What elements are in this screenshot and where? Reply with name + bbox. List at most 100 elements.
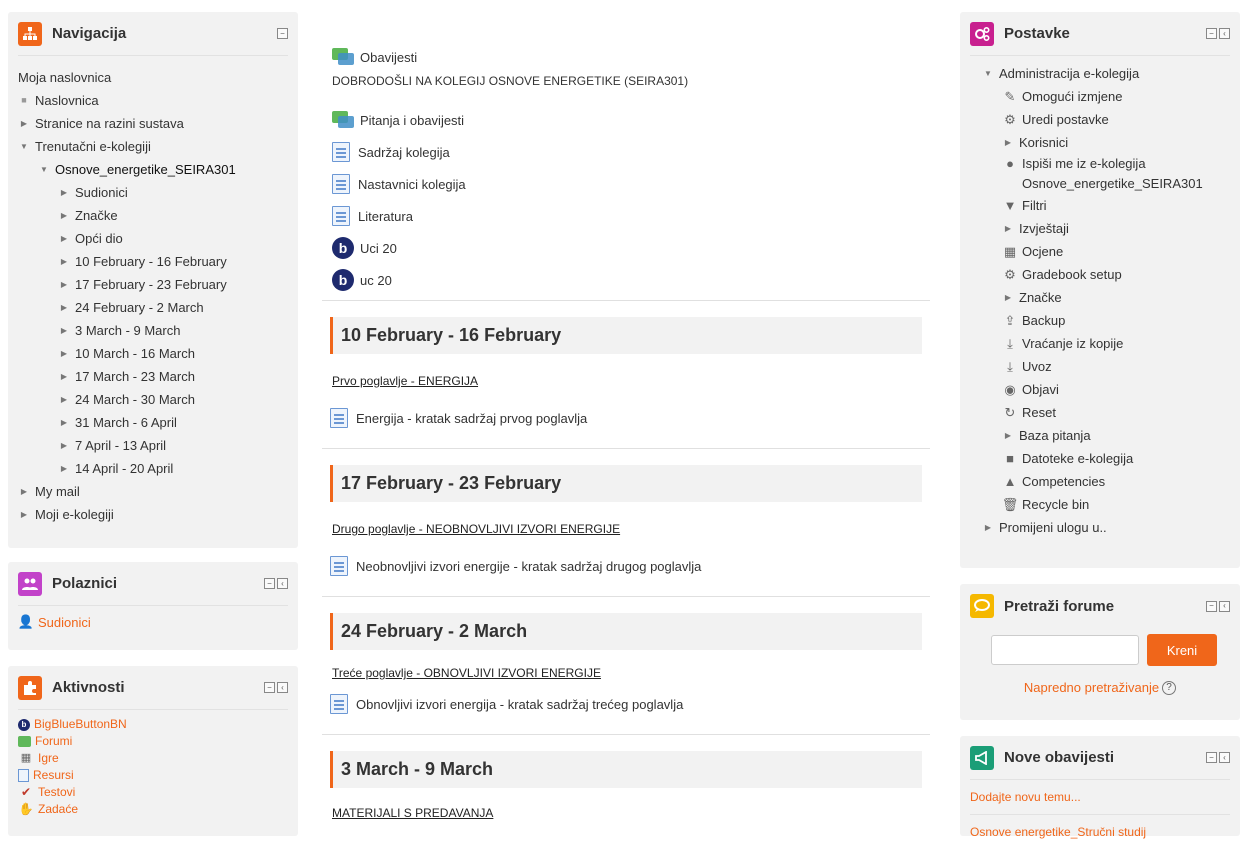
settings-item[interactable]: ⚙ Gradebook setup [982, 263, 1230, 286]
settings-item[interactable]: ▦ Ocjene [982, 240, 1230, 263]
expand-icon[interactable]: ▶ [18, 480, 30, 503]
add-topic-link[interactable]: Dodajte novu temu... [970, 786, 1230, 815]
settings-item[interactable]: ▶ Značke [982, 286, 1230, 309]
dock-icon[interactable]: ‹ [277, 682, 288, 693]
collapse-arrow-icon[interactable]: ▼ [982, 62, 994, 85]
news-forum-link[interactable]: Obavijesti [332, 40, 920, 74]
activity-link[interactable]: Neobnovljivi izvori energije - kratak sa… [330, 550, 922, 582]
dock-icon[interactable]: ‹ [1219, 752, 1230, 763]
news-item-link[interactable]: Osnove energetike_Stručni studij [970, 815, 1230, 843]
settings-item[interactable]: ● Ispiši me iz e-kolegija [982, 154, 1230, 174]
settings-item[interactable]: ▶ Baza pitanja [982, 424, 1230, 447]
help-icon[interactable]: ? [1162, 680, 1177, 695]
activity-link[interactable]: Nastavnici kolegija [332, 168, 920, 200]
expand-icon[interactable]: ▶ [58, 457, 70, 480]
nav-item[interactable]: ▶ 3 March - 9 March [18, 319, 288, 342]
activity-link[interactable]: Obnovljivi izvori energija - kratak sadr… [330, 688, 922, 720]
search-button[interactable]: Kreni [1147, 634, 1217, 666]
nav-item[interactable]: ▶ Opći dio [18, 227, 288, 250]
expand-icon[interactable]: ▶ [58, 434, 70, 457]
nav-item[interactable]: ▶ Sudionici [18, 181, 288, 204]
activity-link[interactable]: Literatura [332, 200, 920, 232]
expand-icon[interactable]: ▶ [58, 296, 70, 319]
expand-icon[interactable]: ▶ [58, 319, 70, 342]
collapse-icon[interactable]: − [1206, 752, 1217, 763]
expand-icon[interactable]: ▶ [18, 503, 30, 526]
settings-item[interactable]: ⤓ Uvoz [982, 355, 1230, 378]
expand-icon[interactable]: ▶ [1002, 424, 1014, 447]
nav-item[interactable]: ▶ 24 February - 2 March [18, 296, 288, 319]
settings-item[interactable]: ▼ Filtri [982, 194, 1230, 217]
participants-link[interactable]: Sudionici [38, 615, 91, 630]
nav-item[interactable]: ■ Naslovnica [18, 89, 288, 112]
settings-item[interactable]: ◉ Objavi [982, 378, 1230, 401]
expand-icon[interactable]: ▶ [58, 273, 70, 296]
settings-item[interactable]: ▶ Korisnici [982, 131, 1230, 154]
settings-item[interactable]: ▶ Izvještaji [982, 217, 1230, 240]
expand-icon[interactable]: ▶ [58, 204, 70, 227]
nav-item[interactable]: ▶ Značke [18, 204, 288, 227]
collapse-icon[interactable]: − [1206, 600, 1217, 612]
expand-icon[interactable]: ▶ [58, 411, 70, 434]
nav-item[interactable]: ▼ Trenutačni e-kolegiji [18, 135, 288, 158]
collapse-arrow-icon[interactable]: ▼ [38, 158, 50, 181]
nav-home[interactable]: Moja naslovnica [18, 66, 288, 89]
nav-item[interactable]: ▶ 10 February - 16 February [18, 250, 288, 273]
settings-item[interactable]: ⤓ Vraćanje iz kopije [982, 332, 1230, 355]
dock-icon[interactable]: ‹ [277, 578, 288, 589]
trash-icon: 🗑 [1001, 497, 1019, 512]
settings-item[interactable]: ✎ Omogući izmjene [982, 85, 1230, 108]
nav-item-current-course[interactable]: ▼ Osnove_energetike_SEIRA301 [18, 158, 288, 181]
nav-item[interactable]: ▶ My mail [18, 480, 288, 503]
activity-item[interactable]: Resursi [18, 767, 288, 784]
settings-root[interactable]: ▼ Administracija e-kolegija [982, 62, 1230, 85]
activity-link[interactable]: b Uci 20 [332, 232, 920, 264]
activity-item[interactable]: ✋ Zadaće [18, 801, 288, 818]
settings-item[interactable]: ▲ Competencies [982, 470, 1230, 493]
nav-item[interactable]: ▶ 24 March - 30 March [18, 388, 288, 411]
forum-search-input[interactable] [991, 635, 1139, 665]
activity-item[interactable]: ▦ Igre [18, 750, 288, 767]
nav-item[interactable]: ▶ 17 March - 23 March [18, 365, 288, 388]
activity-link[interactable]: b uc 20 [332, 264, 920, 296]
settings-item[interactable]: ↻ Reset [982, 401, 1230, 424]
settings-item-continuation[interactable]: Osnove_energetike_SEIRA301 [982, 174, 1230, 194]
expand-icon[interactable]: ▶ [58, 181, 70, 204]
collapse-icon[interactable]: − [1206, 28, 1217, 39]
expand-icon[interactable]: ▶ [58, 388, 70, 411]
expand-icon[interactable]: ▶ [1002, 131, 1014, 154]
activity-item[interactable]: Forumi [18, 733, 288, 750]
expand-icon[interactable]: ▶ [18, 112, 30, 135]
collapse-arrow-icon[interactable]: ▼ [18, 135, 30, 158]
activity-item[interactable]: b BigBlueButtonBN [18, 716, 288, 733]
activity-link[interactable]: Sadržaj kolegija [332, 136, 920, 168]
settings-item[interactable]: ⚙ Uredi postavke [982, 108, 1230, 131]
settings-item[interactable]: ■ Datoteke e-kolegija [982, 447, 1230, 470]
dock-icon[interactable]: ‹ [1219, 600, 1230, 612]
collapse-icon[interactable]: − [277, 28, 288, 39]
dock-icon[interactable]: ‹ [1219, 28, 1230, 39]
nav-item[interactable]: ▶ Moji e-kolegiji [18, 503, 288, 526]
nav-item[interactable]: ▶ 31 March - 6 April [18, 411, 288, 434]
nav-item[interactable]: ▶ 17 February - 23 February [18, 273, 288, 296]
expand-icon[interactable]: ▶ [58, 250, 70, 273]
nav-item[interactable]: ▶ Stranice na razini sustava [18, 112, 288, 135]
expand-icon[interactable]: ▶ [982, 516, 994, 539]
collapse-icon[interactable]: − [264, 578, 275, 589]
advanced-search-link[interactable]: Napredno pretraživanje [1024, 680, 1159, 695]
expand-icon[interactable]: ▶ [58, 365, 70, 388]
nav-item[interactable]: ▶ 10 March - 16 March [18, 342, 288, 365]
nav-item[interactable]: ▶ 14 April - 20 April [18, 457, 288, 480]
settings-item[interactable]: ⇪ Backup [982, 309, 1230, 332]
expand-icon[interactable]: ▶ [58, 227, 70, 250]
collapse-icon[interactable]: − [264, 682, 275, 693]
settings-item[interactable]: 🗑 Recycle bin [982, 493, 1230, 516]
expand-icon[interactable]: ▶ [1002, 217, 1014, 240]
activity-item[interactable]: ✔ Testovi [18, 784, 288, 801]
activity-link[interactable]: Pitanja i obavijesti [332, 104, 920, 136]
expand-icon[interactable]: ▶ [1002, 286, 1014, 309]
nav-item[interactable]: ▶ 7 April - 13 April [18, 434, 288, 457]
switch-role[interactable]: ▶ Promijeni ulogu u.. [982, 516, 1230, 539]
expand-icon[interactable]: ▶ [58, 342, 70, 365]
activity-link[interactable]: Energija - kratak sadržaj prvog poglavlj… [330, 402, 922, 434]
